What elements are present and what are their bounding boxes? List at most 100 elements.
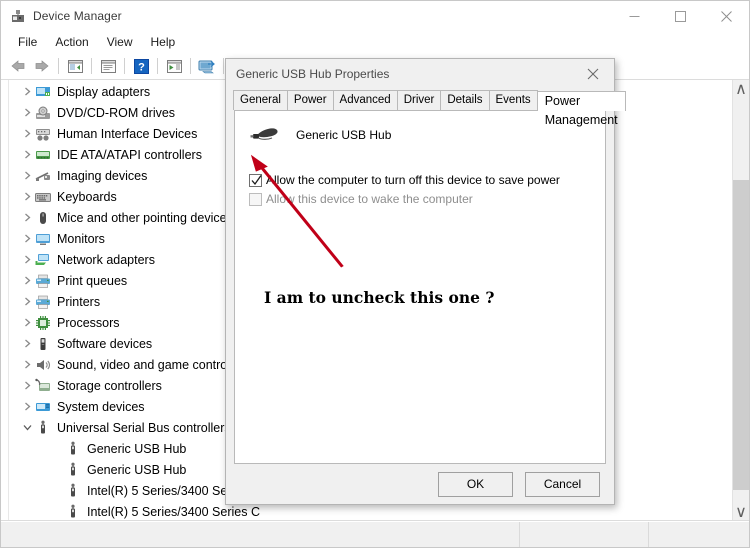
device-manager-icon [10, 8, 26, 24]
tree-item-label: Universal Serial Bus controllers [57, 420, 231, 435]
tree-vertical-scrollbar[interactable]: ∧ ∨ [732, 80, 749, 520]
tab-events[interactable]: Events [488, 90, 538, 110]
tree-item-label: Mice and other pointing devices [57, 210, 233, 225]
statusbar-pane-2 [520, 522, 649, 547]
usb-plug-icon [249, 123, 283, 147]
monitor-icon [35, 231, 51, 247]
minimize-icon[interactable] [611, 1, 657, 31]
tree-item-label: System devices [57, 399, 145, 414]
chevron-right-icon[interactable] [19, 402, 35, 411]
show-hide-console-tree-icon[interactable] [63, 55, 87, 77]
tab-power[interactable]: Power [286, 90, 334, 110]
usb-device-icon [65, 483, 81, 499]
tree-item-label: Generic USB Hub [87, 441, 187, 456]
tree-item-label: Generic USB Hub [87, 462, 187, 477]
power-options-group: Allow the computer to turn off this devi… [235, 147, 605, 211]
scan-for-hardware-changes-icon[interactable] [195, 55, 219, 77]
properties-icon[interactable] [96, 55, 120, 77]
svg-text:?: ? [138, 61, 145, 73]
tree-item-label: Printers [57, 294, 101, 309]
annotation-text: I am to uncheck this one ? [264, 288, 495, 307]
chevron-right-icon[interactable] [19, 318, 35, 327]
tree-item-label: Human Interface Devices [57, 126, 198, 141]
allow-wake-computer-checkbox [249, 193, 262, 206]
allow-turn-off-device-checkbox-label: Allow the computer to turn off this devi… [266, 173, 560, 187]
chevron-right-icon[interactable] [19, 297, 35, 306]
usb-device-icon [65, 462, 81, 478]
keyboard-icon [35, 189, 51, 205]
chevron-right-icon[interactable] [19, 255, 35, 264]
menubar: File Action View Help [1, 31, 749, 53]
printer-icon [35, 294, 51, 310]
chevron-right-icon[interactable] [19, 339, 35, 348]
tab-advanced[interactable]: Advanced [332, 90, 398, 110]
chevron-right-icon[interactable] [19, 234, 35, 243]
chevron-right-icon[interactable] [19, 360, 35, 369]
window-title: Device Manager [33, 9, 122, 23]
chevron-right-icon[interactable] [19, 381, 35, 390]
back-icon[interactable] [6, 55, 30, 77]
tree-item-label: Processors [57, 315, 120, 330]
tree-item-label: IDE ATA/ATAPI controllers [57, 147, 202, 162]
tab-driver[interactable]: Driver [396, 90, 442, 110]
printer-icon [35, 273, 51, 289]
chevron-right-icon[interactable] [19, 150, 35, 159]
statusbar-pane-3 [649, 522, 749, 547]
allow-turn-off-device-checkbox[interactable] [249, 174, 262, 187]
menu-action[interactable]: Action [46, 33, 97, 51]
chevron-right-icon[interactable] [19, 87, 35, 96]
menu-help[interactable]: Help [142, 33, 185, 51]
usb-device-icon [65, 504, 81, 520]
chevron-right-icon[interactable] [19, 276, 35, 285]
window-titlebar: Device Manager [1, 1, 749, 31]
statusbar [1, 521, 749, 547]
tree-item-label: Sound, video and game controllers [57, 357, 251, 372]
tree-item-label: Display adapters [57, 84, 151, 99]
menu-file[interactable]: File [9, 33, 46, 51]
tab-general[interactable]: General [233, 90, 288, 110]
chevron-down-icon[interactable] [19, 423, 35, 432]
chevron-right-icon[interactable] [19, 171, 35, 180]
mouse-icon [35, 210, 51, 226]
toolbar-separator [124, 58, 125, 74]
toolbar-separator [157, 58, 158, 74]
toolbar-separator [190, 58, 191, 74]
dialog-button-row: OK Cancel [226, 464, 614, 504]
allow-turn-off-device-checkbox-row[interactable]: Allow the computer to turn off this devi… [249, 173, 605, 192]
help-icon[interactable]: ? [129, 55, 153, 77]
chevron-right-icon[interactable] [19, 192, 35, 201]
usb-device-icon [65, 441, 81, 457]
tree-item-label: Imaging devices [57, 168, 148, 183]
software-device-icon [35, 336, 51, 352]
tab-power-management[interactable]: Power Management [536, 91, 626, 127]
toolbar-separator [58, 58, 59, 74]
scroll-up-arrow-icon[interactable]: ∧ [733, 80, 749, 98]
tree-item-label: Intel(R) 5 Series/3400 Series C [87, 504, 260, 519]
forward-icon[interactable] [30, 55, 54, 77]
window-controls [611, 1, 749, 31]
system-device-icon [35, 399, 51, 415]
dialog-close-icon[interactable] [572, 59, 614, 89]
allow-wake-computer-checkbox-row[interactable]: Allow this device to wake the computer [249, 192, 605, 211]
tree-item-label: Software devices [57, 336, 153, 351]
ok-button[interactable]: OK [438, 471, 513, 497]
generic-usb-hub-properties-dialog: Generic USB Hub Properties General Power A… [225, 58, 626, 505]
hid-icon [35, 126, 51, 142]
scrollbar-thumb[interactable] [733, 180, 749, 490]
close-icon[interactable] [703, 1, 749, 31]
tree-item-label: Network adapters [57, 252, 155, 267]
menu-view[interactable]: View [98, 33, 142, 51]
chevron-right-icon[interactable] [19, 129, 35, 138]
imaging-device-icon [35, 168, 51, 184]
maximize-icon[interactable] [657, 1, 703, 31]
dialog-tabstrip: General Power Advanced Driver Details Events P… [226, 89, 626, 127]
chevron-right-icon[interactable] [19, 213, 35, 222]
tree-item-label: Print queues [57, 273, 128, 288]
cancel-button[interactable]: Cancel [525, 471, 600, 497]
display-adapter-icon [35, 84, 51, 100]
scroll-down-arrow-icon[interactable]: ∨ [733, 503, 749, 520]
chevron-right-icon[interactable] [19, 108, 35, 117]
usb-controller-icon [35, 420, 51, 436]
update-driver-icon[interactable] [162, 55, 186, 77]
tab-details[interactable]: Details [440, 90, 490, 110]
